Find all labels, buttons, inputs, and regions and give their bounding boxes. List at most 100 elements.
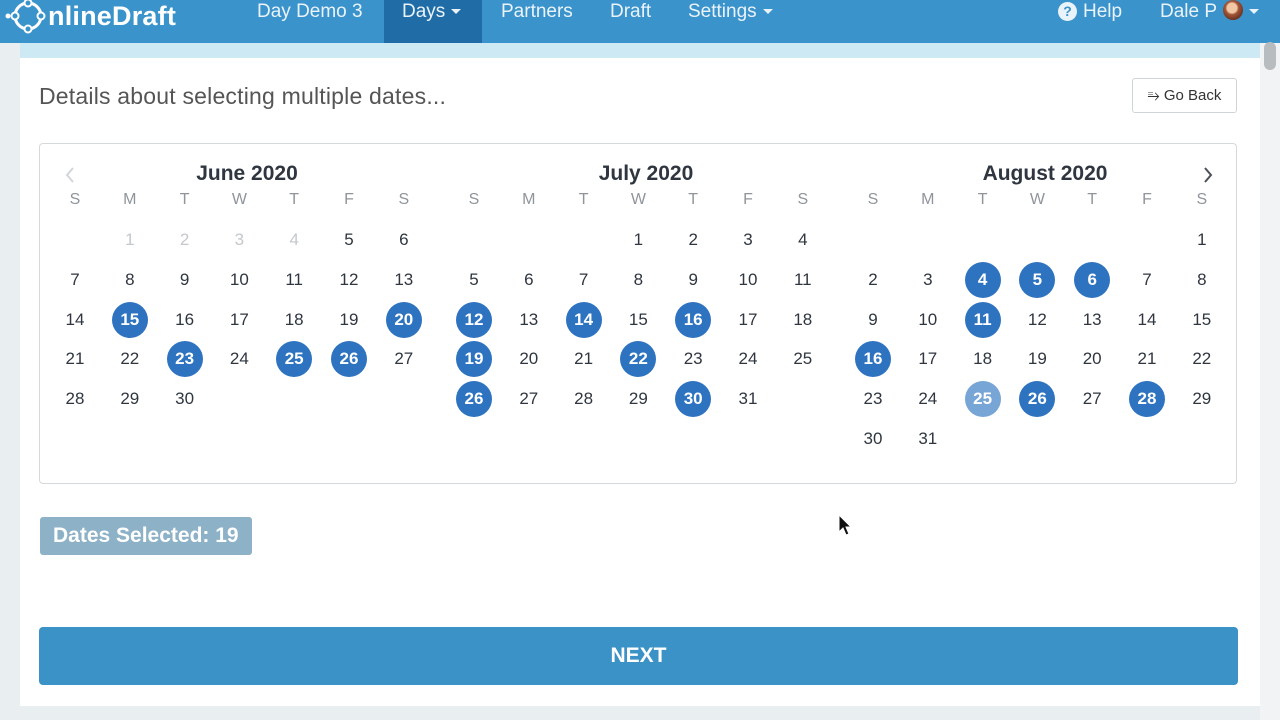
calendar-day[interactable]: 29 — [620, 381, 656, 417]
calendar-day[interactable]: 15 — [1184, 302, 1220, 338]
calendar-day[interactable]: 2 — [855, 262, 891, 298]
calendar-day[interactable]: 23 — [855, 381, 891, 417]
calendar-day[interactable]: 18 — [276, 302, 312, 338]
calendar-day[interactable]: 13 — [1074, 302, 1110, 338]
nav-help[interactable]: ? Help — [1058, 0, 1122, 43]
calendar-day[interactable]: 31 — [910, 421, 946, 457]
calendar-day[interactable]: 6 — [1074, 261, 1111, 298]
nav-draft[interactable]: Draft — [591, 0, 670, 43]
nav-days[interactable]: Days — [384, 0, 482, 43]
calendar-day[interactable]: 25 — [964, 381, 1001, 418]
calendar-day[interactable]: 8 — [1184, 262, 1220, 298]
calendar-day[interactable]: 12 — [1019, 302, 1055, 338]
calendar-day[interactable]: 9 — [855, 302, 891, 338]
calendar-day[interactable]: 15 — [111, 301, 148, 338]
calendar-day[interactable]: 30 — [675, 381, 712, 418]
calendar-day[interactable]: 2 — [675, 222, 711, 258]
calendar-day[interactable]: 10 — [910, 302, 946, 338]
nav-partners[interactable]: Partners — [482, 0, 592, 43]
calendar-day[interactable]: 6 — [386, 222, 422, 258]
calendar-day[interactable]: 10 — [221, 262, 257, 298]
calendar-day[interactable]: 6 — [511, 262, 547, 298]
calendar-day[interactable]: 16 — [855, 341, 891, 378]
calendar-day[interactable]: 5 — [456, 262, 492, 298]
calendar-day[interactable]: 11 — [785, 262, 821, 298]
calendar-day[interactable]: 3 — [730, 222, 766, 258]
calendar-day[interactable]: 19 — [1019, 341, 1055, 377]
calendar-day[interactable]: 25 — [276, 341, 313, 378]
calendar-day[interactable]: 14 — [1129, 302, 1165, 338]
calendar-day[interactable]: 13 — [511, 302, 547, 338]
calendar-day[interactable]: 17 — [910, 341, 946, 377]
calendar-day[interactable]: 7 — [1129, 262, 1165, 298]
calendar-day[interactable]: 8 — [112, 262, 148, 298]
calendar-day[interactable]: 1 — [620, 222, 656, 258]
calendar-day[interactable]: 5 — [1019, 261, 1056, 298]
calendar-day[interactable]: 15 — [620, 302, 656, 338]
calendar-day[interactable]: 20 — [511, 341, 547, 377]
calendar-day[interactable]: 11 — [964, 301, 1001, 338]
calendar-day[interactable]: 24 — [221, 341, 257, 377]
calendar-day[interactable]: 12 — [331, 262, 367, 298]
calendar-day[interactable]: 24 — [730, 341, 766, 377]
calendar-day[interactable]: 26 — [1019, 381, 1056, 418]
calendar-day[interactable]: 21 — [57, 341, 93, 377]
calendar-day[interactable]: 17 — [221, 302, 257, 338]
calendar-day[interactable]: 26 — [456, 381, 492, 418]
calendar-day[interactable]: 27 — [511, 381, 547, 417]
calendar-day[interactable]: 27 — [386, 341, 422, 377]
calendar-day[interactable]: 12 — [456, 301, 492, 338]
calendar-day[interactable]: 8 — [620, 262, 656, 298]
calendar-day[interactable]: 29 — [1184, 381, 1220, 417]
calendar-day[interactable]: 17 — [730, 302, 766, 338]
calendar-day[interactable]: 13 — [386, 262, 422, 298]
calendar-day[interactable]: 9 — [167, 262, 203, 298]
calendar-day[interactable]: 7 — [566, 262, 602, 298]
calendar-day[interactable]: 16 — [167, 302, 203, 338]
calendar-day[interactable]: 18 — [785, 302, 821, 338]
calendar-day[interactable]: 29 — [112, 381, 148, 417]
calendar-day[interactable]: 21 — [566, 341, 602, 377]
calendar-day[interactable]: 9 — [675, 262, 711, 298]
scrollbar-thumb[interactable] — [1264, 42, 1276, 70]
calendar-day[interactable]: 16 — [675, 301, 712, 338]
calendar-day[interactable]: 4 — [785, 222, 821, 258]
calendar-day[interactable]: 22 — [620, 341, 657, 378]
nav-day-demo[interactable]: Day Demo 3 — [238, 0, 382, 43]
calendar-day[interactable]: 28 — [566, 381, 602, 417]
calendar-day[interactable]: 19 — [456, 341, 492, 378]
calendar-day[interactable]: 23 — [675, 341, 711, 377]
calendar-day[interactable]: 5 — [331, 222, 367, 258]
calendar-day[interactable]: 28 — [1129, 381, 1165, 418]
calendar-day[interactable]: 23 — [166, 341, 203, 378]
calendar-day[interactable]: 20 — [1074, 341, 1110, 377]
calendar-day[interactable]: 30 — [855, 421, 891, 457]
next-button[interactable]: NEXT — [39, 627, 1238, 685]
calendar-day[interactable]: 22 — [112, 341, 148, 377]
calendar-day[interactable]: 4 — [964, 261, 1001, 298]
calendar-day[interactable]: 21 — [1129, 341, 1165, 377]
calendar-day[interactable]: 7 — [57, 262, 93, 298]
calendar-day[interactable]: 1 — [1184, 222, 1220, 258]
calendar-day[interactable]: 31 — [730, 381, 766, 417]
calendar-day[interactable]: 24 — [910, 381, 946, 417]
calendar-day[interactable]: 27 — [1074, 381, 1110, 417]
go-back-button[interactable]: ⥱ Go Back — [1132, 78, 1237, 113]
brand-logo[interactable]: nlineDraft — [4, 0, 176, 38]
calendar-day[interactable]: 28 — [57, 381, 93, 417]
scrollbar-track[interactable] — [1260, 43, 1280, 720]
calendar-day[interactable]: 3 — [910, 262, 946, 298]
calendar-day[interactable]: 30 — [167, 381, 203, 417]
calendar-day[interactable]: 10 — [730, 262, 766, 298]
calendar-day[interactable]: 25 — [785, 341, 821, 377]
nav-user-menu[interactable]: Dale P — [1160, 0, 1260, 43]
calendar-day[interactable]: 26 — [331, 341, 367, 378]
calendar-day[interactable]: 20 — [385, 301, 422, 338]
calendar-day[interactable]: 14 — [565, 301, 602, 338]
calendar-day[interactable]: 19 — [331, 302, 367, 338]
nav-settings[interactable]: Settings — [669, 0, 792, 43]
calendar-day[interactable]: 22 — [1184, 341, 1220, 377]
calendar-day[interactable]: 18 — [965, 341, 1001, 377]
calendar-day[interactable]: 11 — [276, 262, 312, 298]
calendar-day[interactable]: 14 — [57, 302, 93, 338]
